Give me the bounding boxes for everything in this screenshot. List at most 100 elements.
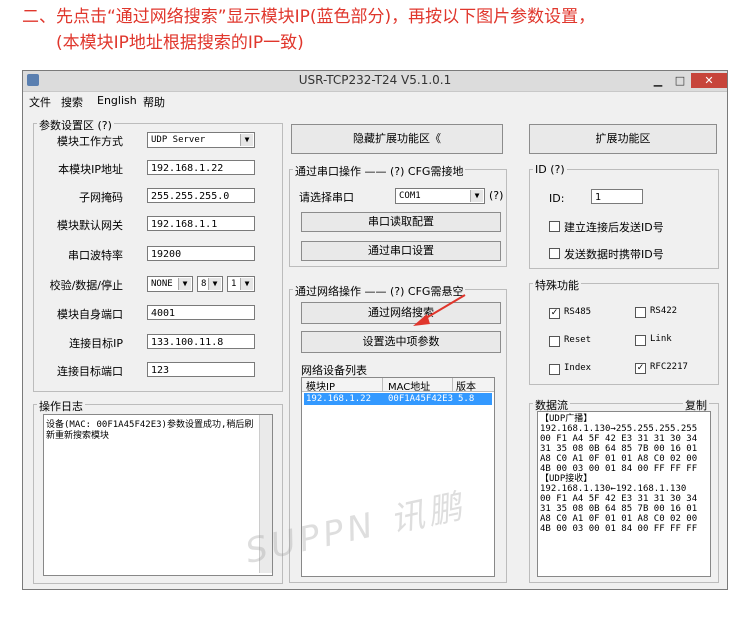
rs422-checkbox[interactable] — [635, 307, 646, 318]
ip-label: 本模块IP地址 — [58, 163, 123, 176]
stream-line: 00 F1 A4 5F 42 E3 31 31 30 34 — [540, 434, 698, 444]
work-mode-label: 模块工作方式 — [57, 135, 123, 148]
title-bar: USR-TCP232-T24 V5.1.0.1 ▁ □ ✕ — [23, 71, 727, 92]
log-group-label: 操作日志 — [37, 398, 85, 414]
target-ip-field[interactable]: 133.100.11.8 — [147, 334, 255, 349]
id-data-checkbox[interactable] — [549, 248, 560, 259]
chevron-down-icon: ▼ — [240, 278, 253, 290]
log-textarea[interactable]: 设备(MAC: 00F1A45F42E3)参数设置成功,稍后刷 新重新搜索模块 — [43, 414, 273, 576]
chevron-down-icon: ▼ — [178, 278, 191, 290]
rs422-label: RS422 — [650, 306, 678, 316]
data-stream-textarea[interactable]: 【UDP广播】 192.168.1.130→255.255.255.255 00… — [537, 411, 711, 577]
maximize-icon[interactable]: □ — [669, 73, 691, 88]
stream-line: 31 35 08 0B 64 85 7B 00 16 01 — [540, 504, 698, 514]
stream-line: 【UDP广播】 — [540, 414, 593, 424]
stop-bits-value: 1 — [231, 279, 237, 289]
index-label: Index — [564, 363, 592, 373]
stop-bits-select[interactable]: 1 ▼ — [227, 276, 255, 292]
menu-bar: 文件 搜索 English 帮助 — [23, 92, 727, 110]
menu-file[interactable]: 文件 — [29, 94, 51, 110]
serial-port-value: COM1 — [399, 191, 421, 201]
reset-label: Reset — [564, 335, 592, 345]
link-label: Link — [650, 334, 672, 344]
id-field[interactable]: 1 — [591, 189, 643, 204]
close-icon[interactable]: ✕ — [691, 73, 727, 88]
gateway-label: 模块默认网关 — [57, 219, 123, 232]
parity-label: 校验/数据/停止 — [49, 279, 123, 292]
extension-button[interactable]: 扩展功能区 — [529, 124, 717, 154]
chevron-down-icon: ▼ — [240, 134, 253, 146]
ip-field[interactable]: 192.168.1.22 — [147, 160, 255, 175]
col-ip-header[interactable]: 模块IP — [306, 378, 335, 393]
id-data-label: 发送数据时携带ID号 — [564, 248, 664, 261]
log-line-2: 新重新搜索模块 — [46, 431, 110, 441]
chevron-down-icon: ▼ — [208, 278, 221, 290]
local-port-label: 模块自身端口 — [57, 308, 123, 321]
device-list-label: 网络设备列表 — [301, 364, 367, 377]
menu-help[interactable]: 帮助 — [143, 94, 165, 110]
menu-english[interactable]: English — [97, 94, 137, 107]
stream-line: 192.168.1.130←192.168.1.130 — [540, 484, 687, 494]
instruction-line-2: (本模块IP地址根据搜索的IP一致) — [56, 33, 304, 53]
id-group-label: ID (?) — [533, 163, 567, 176]
stream-line: 4B 00 03 00 01 84 00 FF FF FF — [540, 524, 698, 534]
serial-set-button[interactable]: 通过串口设置 — [301, 241, 501, 261]
rs485-label: RS485 — [564, 307, 592, 317]
hide-extension-button[interactable]: 隐藏扩展功能区《 — [291, 124, 503, 154]
local-port-field[interactable]: 4001 — [147, 305, 255, 320]
parity-select[interactable]: NONE ▼ — [147, 276, 193, 292]
stream-line: 4B 00 03 00 01 84 00 FF FF FF — [540, 464, 698, 474]
minimize-icon[interactable]: ▁ — [647, 73, 669, 88]
instruction-line-1: 二、先点击“通过网络搜索”显示模块IP(蓝色部分)，再按以下图片参数设置， — [22, 7, 596, 27]
serial-group-label: 通过串口操作 —— (?) CFG需接地 — [293, 163, 466, 179]
window-title: USR-TCP232-T24 V5.1.0.1 — [298, 73, 452, 87]
id-connect-label: 建立连接后发送ID号 — [564, 221, 664, 234]
col-divider — [382, 378, 383, 391]
row-version: 5.8 — [458, 394, 475, 404]
id-connect-checkbox[interactable] — [549, 221, 560, 232]
set-selected-button[interactable]: 设置选中项参数 — [301, 331, 501, 353]
col-divider — [452, 378, 453, 391]
pointer-arrow-icon — [413, 294, 466, 326]
stream-line: A8 C0 A1 0F 01 01 A8 C0 02 00 — [540, 454, 698, 464]
params-group-label: 参数设置区 (?) — [37, 117, 114, 133]
data-bits-value: 8 — [201, 279, 207, 289]
row-mac: 00F1A45F42E3 — [388, 394, 454, 404]
app-window: USR-TCP232-T24 V5.1.0.1 ▁ □ ✕ 文件 搜索 Engl… — [22, 70, 728, 590]
table-row[interactable]: 192.168.1.22 00F1A45F42E3 5.8 — [304, 393, 492, 405]
stream-line: 【UDP接收】 — [540, 474, 593, 484]
work-mode-select[interactable]: UDP Server ▼ — [147, 132, 255, 148]
col-mac-header[interactable]: MAC地址 — [388, 378, 430, 393]
gateway-field[interactable]: 192.168.1.1 — [147, 216, 255, 231]
special-group-label: 特殊功能 — [533, 277, 581, 293]
target-port-label: 连接目标端口 — [57, 365, 123, 378]
baud-label: 串口波特率 — [68, 249, 123, 262]
mask-field[interactable]: 255.255.255.0 — [147, 188, 255, 203]
index-checkbox[interactable] — [549, 364, 560, 375]
work-mode-value: UDP Server — [151, 135, 206, 145]
menu-search[interactable]: 搜索 — [61, 94, 83, 110]
baud-field[interactable]: 19200 — [147, 246, 255, 261]
col-version-header[interactable]: 版本 — [456, 378, 476, 393]
data-bits-select[interactable]: 8 ▼ — [197, 276, 223, 292]
serial-help-icon[interactable]: (?) — [489, 189, 503, 202]
row-ip: 192.168.1.22 — [306, 394, 372, 404]
serial-port-select[interactable]: COM1 ▼ — [395, 188, 485, 204]
stream-line: A8 C0 A1 0F 01 01 A8 C0 02 00 — [540, 514, 698, 524]
stream-line: 192.168.1.130→255.255.255.255 — [540, 424, 698, 434]
chevron-down-icon: ▼ — [470, 190, 483, 202]
id-label: ID: — [549, 192, 565, 205]
rs485-checkbox[interactable]: ✓ — [549, 308, 560, 319]
rfc2217-label: RFC2217 — [650, 362, 688, 372]
link-checkbox[interactable] — [635, 335, 646, 346]
rfc2217-checkbox[interactable]: ✓ — [635, 363, 646, 374]
target-ip-label: 连接目标IP — [69, 337, 123, 350]
parity-value: NONE — [151, 279, 173, 289]
device-list-header: 模块IP MAC地址 版本 — [302, 378, 494, 393]
target-port-field[interactable]: 123 — [147, 362, 255, 377]
choose-port-label: 请选择串口 — [299, 191, 354, 204]
serial-read-button[interactable]: 串口读取配置 — [301, 212, 501, 232]
stream-line: 31 35 08 0B 64 85 7B 00 16 01 — [540, 444, 698, 454]
reset-checkbox[interactable] — [549, 336, 560, 347]
mask-label: 子网掩码 — [79, 191, 123, 204]
